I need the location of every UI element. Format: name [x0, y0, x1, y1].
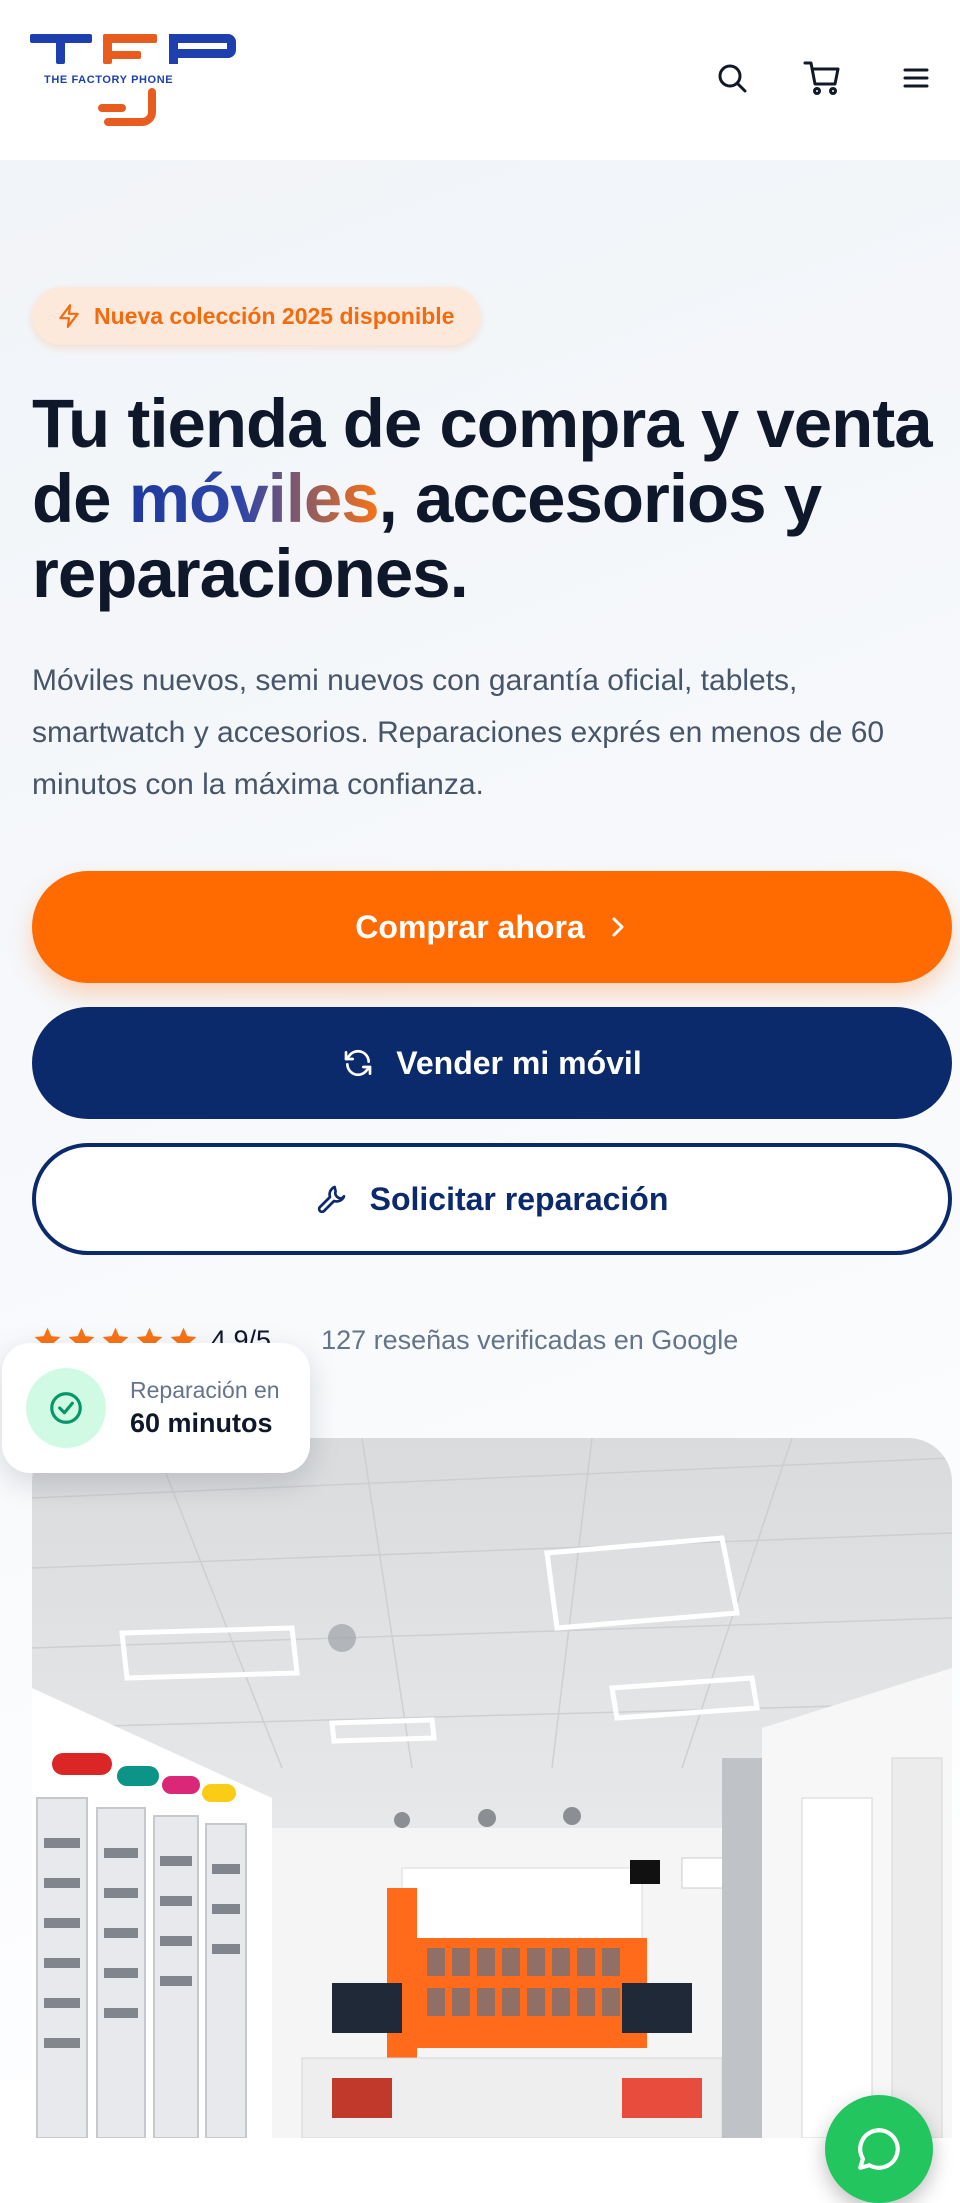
- chat-bubble-icon: [858, 2128, 900, 2170]
- buy-now-button[interactable]: Comprar ahora: [32, 871, 952, 983]
- request-repair-label: Solicitar reparación: [369, 1180, 669, 1217]
- sell-phone-label: Vender mi móvil: [396, 1044, 642, 1081]
- store-interior-image: [32, 1438, 952, 2138]
- tfp-logo[interactable]: THE FACTORY PHONE: [30, 28, 240, 132]
- whatsapp-button[interactable]: [825, 2095, 933, 2203]
- store-photo: [32, 1438, 952, 2138]
- badge-text: Nueva colección 2025 disponible: [94, 302, 455, 329]
- page-title: Tu tienda de compra y venta de móviles, …: [32, 386, 942, 611]
- repair-time-texts: Reparación en 60 minutos: [130, 1377, 280, 1439]
- request-repair-button[interactable]: Solicitar reparación: [32, 1143, 952, 1255]
- new-collection-badge: Nueva colección 2025 disponible: [32, 287, 481, 345]
- hero-description: Móviles nuevos, semi nuevos con garantía…: [32, 664, 885, 801]
- chevron-right-icon: [612, 917, 624, 937]
- repair-time-card: Reparación en 60 minutos: [2, 1343, 310, 1473]
- lightning-icon: [59, 304, 79, 328]
- refresh-icon: [344, 1049, 372, 1077]
- buy-now-label: Comprar ahora: [355, 908, 585, 945]
- search-icon[interactable]: [710, 56, 754, 100]
- wrench-icon: [317, 1185, 345, 1214]
- cart-icon[interactable]: [800, 56, 844, 100]
- site-header: THE FACTORY PHONE: [0, 0, 960, 160]
- repair-time-value: 60 minutos: [130, 1408, 273, 1438]
- hero-section: Nueva colección 2025 disponible Tu tiend…: [0, 160, 960, 2203]
- sell-phone-button[interactable]: Vender mi móvil: [32, 1007, 952, 1119]
- check-circle-icon: [26, 1368, 106, 1448]
- logo-tagline: THE FACTORY PHONE: [44, 74, 174, 86]
- repair-time-label: Reparación en: [130, 1377, 280, 1403]
- menu-icon[interactable]: [894, 56, 938, 100]
- rating-reviews-text: 127 reseñas verificadas en Google: [321, 1324, 739, 1355]
- headline-highlight: móviles: [128, 460, 380, 537]
